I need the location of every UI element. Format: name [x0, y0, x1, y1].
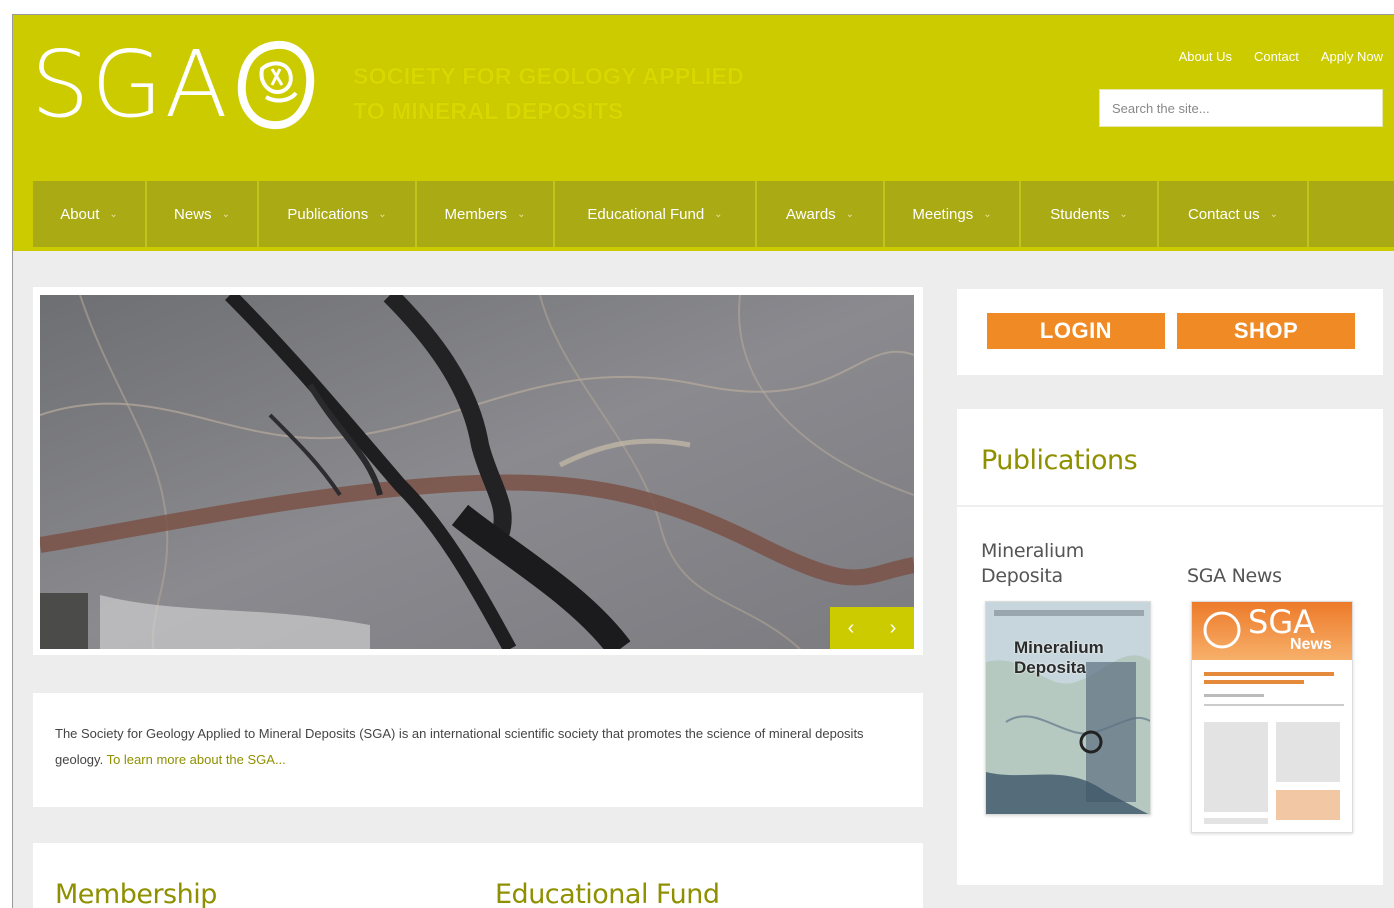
nav-item-students[interactable]: Students ⌄ — [1021, 181, 1159, 247]
chevron-down-icon: ⌄ — [109, 208, 118, 220]
image-shadow-patch — [40, 593, 88, 649]
search-input[interactable] — [1099, 89, 1383, 127]
nav-item-awards[interactable]: Awards ⌄ — [757, 181, 885, 247]
nav-item-label: Awards — [785, 205, 836, 223]
nav-item-news[interactable]: News ⌄ — [147, 181, 259, 247]
tagline-line-2: TO MINERAL DEPOSITS — [353, 98, 624, 124]
main-nav: About ⌄ News ⌄ Publications ⌄ Members ⌄ Educ… — [33, 181, 1394, 247]
nav-item-label: Contact us — [1187, 205, 1260, 223]
nav-item-meetings[interactable]: Meetings ⌄ — [885, 181, 1021, 247]
site-tagline: SOCIETY FOR GEOLOGY APPLIED TO MINERAL D… — [353, 59, 744, 129]
news-cover-subtitle: News — [1290, 636, 1332, 653]
nav-item-label: News — [174, 205, 212, 223]
chevron-down-icon: ⌄ — [845, 208, 855, 220]
globe-emblem-icon — [237, 40, 314, 130]
news-cover-text-lines — [1204, 672, 1344, 824]
publications-heading: Publications — [981, 445, 1138, 476]
nav-item-label: About — [60, 205, 100, 223]
membership-heading[interactable]: Membership — [55, 879, 217, 908]
chevron-down-icon: ⌄ — [378, 208, 387, 220]
publications-card: Publications Mineralium Deposita SGA New… — [957, 409, 1383, 885]
nav-item-label: Students — [1050, 205, 1110, 223]
nav-item-label: Publications — [287, 205, 369, 223]
mineralium-deposita-cover[interactable]: Mineralium Deposita — [985, 601, 1151, 815]
page: SGA SOCIETY FOR GEOLOGY APPLIED TO MINER… — [12, 14, 1394, 908]
mineralium-deposita-label[interactable]: Mineralium Deposita — [981, 539, 1084, 589]
chevron-down-icon: ⌄ — [517, 208, 526, 220]
top-links: About Us Contact Apply Now — [1179, 49, 1383, 64]
chevron-down-icon: ⌄ — [221, 208, 230, 220]
nav-item-label: Educational Fund — [587, 205, 705, 223]
cover-title-line-2: Deposita — [1014, 658, 1086, 677]
account-buttons-card: LOGIN SHOP — [957, 289, 1383, 375]
nav-item-members[interactable]: Members ⌄ — [417, 181, 555, 247]
nav-item-contact-us[interactable]: Contact us ⌄ — [1159, 181, 1309, 247]
chevron-left-icon: ‹ — [847, 616, 855, 639]
shop-button[interactable]: SHOP — [1177, 313, 1355, 349]
cover-title: Mineralium Deposita — [1014, 638, 1104, 678]
hero-slider: ‹ › — [33, 287, 923, 655]
nav-item-publications[interactable]: Publications ⌄ — [259, 181, 417, 247]
nav-item-label: Meetings — [912, 205, 974, 223]
nav-item-label: Members — [444, 205, 508, 223]
top-link-apply-now[interactable]: Apply Now — [1321, 49, 1383, 64]
hero-rock-photo — [40, 295, 914, 649]
slider-prev-button[interactable]: ‹ — [830, 607, 872, 649]
educational-fund-heading[interactable]: Educational Fund — [495, 879, 720, 908]
chevron-down-icon: ⌄ — [1119, 208, 1128, 220]
top-link-about-us[interactable]: About Us — [1179, 49, 1232, 64]
nav-item-about[interactable]: About ⌄ — [33, 181, 147, 247]
news-cover-logo: SGA — [1248, 603, 1315, 641]
hero-rock-image — [40, 295, 914, 649]
chevron-down-icon: ⌄ — [983, 208, 992, 220]
top-link-contact[interactable]: Contact — [1254, 49, 1299, 64]
logo-text: SGA — [31, 31, 230, 138]
slider-next-button[interactable]: › — [872, 607, 914, 649]
divider — [957, 505, 1383, 507]
tagline-line-1: SOCIETY FOR GEOLOGY APPLIED — [353, 63, 745, 89]
label-line-1: Mineralium — [981, 540, 1084, 562]
nav-item-educational-fund[interactable]: Educational Fund ⌄ — [555, 181, 757, 247]
site-logo[interactable]: SGA — [31, 39, 316, 131]
login-button[interactable]: LOGIN — [987, 313, 1165, 349]
sga-news-label[interactable]: SGA News — [1187, 564, 1282, 589]
sga-news-cover[interactable]: SGA News — [1191, 601, 1353, 833]
learn-more-link[interactable]: To learn more about the SGA... — [107, 752, 286, 767]
sections-card: Membership Educational Fund — [33, 843, 923, 908]
chevron-right-icon: › — [889, 616, 897, 639]
intro-card: The Society for Geology Applied to Miner… — [33, 693, 923, 807]
globe-logo-icon — [1203, 611, 1241, 649]
label-line-2: Deposita — [981, 565, 1063, 587]
map-cover-image — [986, 602, 1150, 814]
chevron-down-icon: ⌄ — [714, 208, 723, 220]
chevron-down-icon: ⌄ — [1269, 208, 1279, 220]
cover-title-line-1: Mineralium — [1014, 638, 1104, 657]
